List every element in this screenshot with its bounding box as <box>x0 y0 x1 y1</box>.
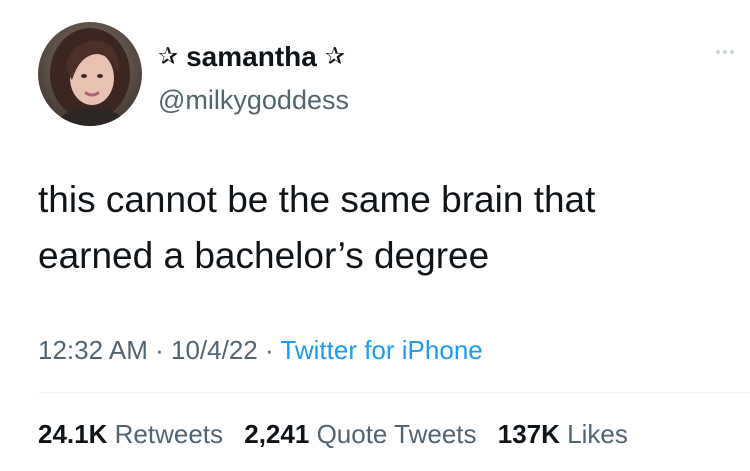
tweet-text-line: this cannot be the same brain that <box>38 179 596 220</box>
tweet-text-line: earned a bachelor’s degree <box>38 235 490 276</box>
more-dot <box>723 50 727 54</box>
more-dot <box>716 50 720 54</box>
tweet-date[interactable]: 10/4/22 <box>171 335 258 365</box>
more-dot <box>730 50 734 54</box>
avatar[interactable] <box>38 22 142 126</box>
display-name[interactable]: samantha <box>186 40 317 74</box>
quote-tweets-label: Quote Tweets <box>316 419 477 449</box>
star-outline-icon: ✰ <box>324 43 345 70</box>
retweets-label: Retweets <box>114 419 224 449</box>
star-outline-icon: ✰ <box>158 43 179 70</box>
retweets-stat[interactable]: 24.1K Retweets <box>38 419 223 449</box>
tweet-card: ✰ samantha ✰ @milkygoddess this cannot b… <box>0 0 750 471</box>
likes-label: Likes <box>567 419 628 449</box>
tweet-time[interactable]: 12:32 AM <box>38 335 148 365</box>
tweet-text: this cannot be the same brain that earne… <box>38 172 728 284</box>
quote-tweets-stat[interactable]: 2,241 Quote Tweets <box>244 419 476 449</box>
quote-tweets-count: 2,241 <box>244 419 310 449</box>
tweet-stats: 24.1K Retweets 2,241 Quote Tweets 137K L… <box>38 414 642 454</box>
meta-separator: · <box>264 335 274 365</box>
user-handle[interactable]: @milkygoddess <box>158 84 349 116</box>
likes-stat[interactable]: 137K Likes <box>498 419 628 449</box>
avatar-image <box>38 22 142 126</box>
tweet-source-link[interactable]: Twitter for iPhone <box>280 335 482 365</box>
meta-separator: · <box>155 335 164 365</box>
tweet-meta: 12:32 AM · 10/4/22 · Twitter for iPhone <box>38 330 483 370</box>
retweets-count: 24.1K <box>38 419 108 449</box>
display-name-row[interactable]: ✰ samantha ✰ <box>158 40 345 74</box>
divider <box>38 392 750 393</box>
more-dots-icon[interactable] <box>716 50 734 54</box>
likes-count: 137K <box>497 419 560 449</box>
